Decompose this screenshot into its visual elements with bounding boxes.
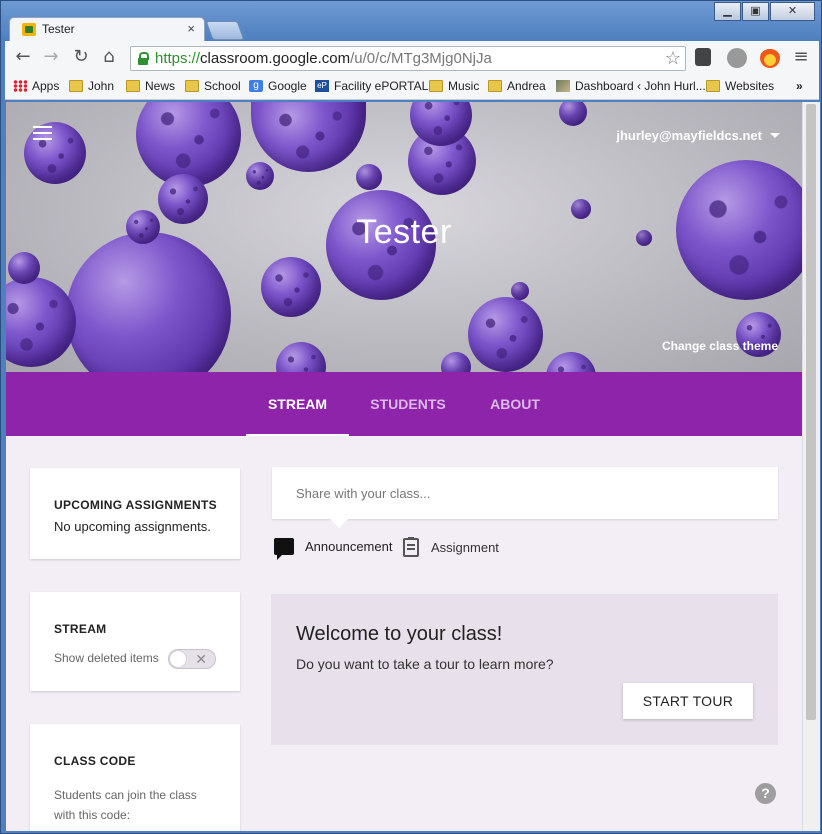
window-controls: ▁ ▣ ✕ xyxy=(713,2,815,21)
folder-icon xyxy=(706,80,720,92)
banner-sphere xyxy=(66,232,231,372)
toggle-off-x-icon: ✕ xyxy=(195,651,207,667)
bookmark-apps[interactable]: Apps xyxy=(13,79,59,93)
banner-sphere xyxy=(246,162,274,190)
bookmark-andrea[interactable]: Andrea xyxy=(488,79,546,93)
announcement-button[interactable]: Announcement xyxy=(274,538,393,560)
folder-icon xyxy=(488,80,502,92)
welcome-card: Welcome to your class! Do you want to ta… xyxy=(271,594,778,745)
toggle-knob xyxy=(170,651,186,667)
class-code-card: CLASS CODE Students can join the class w… xyxy=(30,724,240,831)
show-deleted-items-toggle[interactable]: ✕ xyxy=(168,649,216,669)
welcome-text: Do you want to take a tour to learn more… xyxy=(296,656,554,672)
assignment-button[interactable]: Assignment xyxy=(403,537,499,557)
class-code-title: CLASS CODE xyxy=(54,754,136,768)
class-code-text: Students can join the class with this co… xyxy=(54,788,197,822)
classroom-page: jhurley@mayfieldcs.net Tester Change cla… xyxy=(6,102,802,831)
upcoming-assignments-text: No upcoming assignments. xyxy=(54,519,211,534)
chat-extension-icon[interactable] xyxy=(727,48,747,68)
bookmark-john[interactable]: John xyxy=(69,79,114,93)
folder-icon xyxy=(429,80,443,92)
share-with-class-input[interactable]: Share with your class... xyxy=(272,467,778,528)
caret-down-icon xyxy=(770,133,780,138)
browser-tab[interactable]: Tester × xyxy=(9,17,205,41)
banner-sphere xyxy=(251,102,366,172)
bookmarks-bar: Apps John News School g Google eP Facili… xyxy=(5,75,819,100)
banner-sphere xyxy=(468,297,543,372)
bookmark-music[interactable]: Music xyxy=(429,79,479,93)
bookmark-facility-eportal[interactable]: eP Facility ePORTAL xyxy=(315,79,428,93)
banner-sphere xyxy=(6,277,76,367)
url-text: https://classroom.google.com/u/0/c/MTg3M… xyxy=(155,50,492,67)
banner-sphere xyxy=(276,342,326,372)
minimize-button[interactable]: ▁ xyxy=(714,2,741,21)
account-email: jhurley@mayfieldcs.net xyxy=(616,128,762,143)
show-deleted-items-label: Show deleted items xyxy=(54,651,159,665)
share-placeholder: Share with your class... xyxy=(296,486,431,501)
upcoming-assignments-card: UPCOMING ASSIGNMENTS No upcoming assignm… xyxy=(30,468,240,559)
google-icon: g xyxy=(249,80,263,92)
maximize-button[interactable]: ▣ xyxy=(742,2,769,21)
reload-icon[interactable]: ↻ xyxy=(71,47,91,67)
bookmark-school[interactable]: School xyxy=(185,79,241,93)
home-icon[interactable]: ⌂ xyxy=(99,47,119,67)
announcement-label: Announcement xyxy=(305,539,393,554)
apps-grid-icon xyxy=(13,80,27,92)
stream-settings-card: STREAM Show deleted items ✕ xyxy=(30,592,240,691)
stream-card-title: STREAM xyxy=(54,622,107,636)
new-tab-button[interactable] xyxy=(205,21,245,40)
browser-window: ▁ ▣ ✕ Tester × ← → ↻ ⌂ https://classroom… xyxy=(0,0,822,834)
folder-icon xyxy=(185,80,199,92)
lock-icon xyxy=(138,52,149,65)
banner-sphere xyxy=(261,257,321,317)
share-box-pointer xyxy=(330,519,348,528)
class-tabs-bar: STREAM STUDENTS ABOUT xyxy=(6,372,802,436)
bookmarks-overflow-chevron-icon[interactable]: » xyxy=(796,79,803,93)
banner-sphere xyxy=(356,164,382,190)
user-photo-icon xyxy=(556,80,570,92)
assignment-clipboard-icon xyxy=(403,537,419,557)
folder-icon xyxy=(126,80,140,92)
start-tour-button[interactable]: START TOUR xyxy=(623,683,753,719)
banner-sphere xyxy=(559,102,587,126)
class-title: Tester xyxy=(356,213,452,251)
tab-close-icon[interactable]: × xyxy=(187,21,195,36)
banner-sphere xyxy=(8,252,40,284)
tab-students[interactable]: STUDENTS xyxy=(361,372,455,436)
change-class-theme-link[interactable]: Change class theme xyxy=(662,339,778,353)
page-scrollbar[interactable] xyxy=(802,102,820,831)
banner-sphere xyxy=(546,352,596,372)
banner-sphere xyxy=(441,352,471,372)
bookmark-news[interactable]: News xyxy=(126,79,175,93)
tab-about[interactable]: ABOUT xyxy=(480,372,550,436)
account-menu[interactable]: jhurley@mayfieldcs.net xyxy=(616,128,780,143)
scrollbar-thumb[interactable] xyxy=(806,104,816,720)
back-arrow-icon[interactable]: ← xyxy=(13,47,33,67)
window-close-button[interactable]: ✕ xyxy=(770,2,815,21)
help-icon[interactable]: ? xyxy=(755,783,776,804)
bookmark-google[interactable]: g Google xyxy=(249,79,307,93)
forward-arrow-icon[interactable]: → xyxy=(41,47,61,67)
class-banner: jhurley@mayfieldcs.net Tester Change cla… xyxy=(6,102,802,372)
folder-icon xyxy=(69,80,83,92)
announcement-bubble-icon xyxy=(274,538,294,560)
eportal-icon: eP xyxy=(315,80,329,92)
tab-stream[interactable]: STREAM xyxy=(246,372,349,436)
welcome-title: Welcome to your class! xyxy=(296,623,503,645)
tab-title: Tester xyxy=(42,22,75,36)
chrome-menu-icon[interactable]: ≡ xyxy=(791,47,811,67)
bookmark-dashboard[interactable]: Dashboard ‹ John Hurl... xyxy=(556,79,706,93)
address-bar[interactable]: https://classroom.google.com/u/0/c/MTg3M… xyxy=(130,46,686,71)
hamburger-menu-icon[interactable] xyxy=(33,126,52,140)
upcoming-assignments-title: UPCOMING ASSIGNMENTS xyxy=(54,498,217,512)
evernote-extension-icon[interactable] xyxy=(695,48,711,66)
bookmark-star-icon[interactable]: ☆ xyxy=(665,48,681,69)
bookmark-websites[interactable]: Websites xyxy=(706,79,774,93)
banner-sphere xyxy=(511,282,529,300)
browser-toolbar: ← → ↻ ⌂ https://classroom.google.com/u/0… xyxy=(5,41,819,75)
classroom-favicon-icon xyxy=(22,23,36,36)
fire-extension-icon[interactable] xyxy=(760,48,780,68)
assignment-label: Assignment xyxy=(431,540,499,555)
